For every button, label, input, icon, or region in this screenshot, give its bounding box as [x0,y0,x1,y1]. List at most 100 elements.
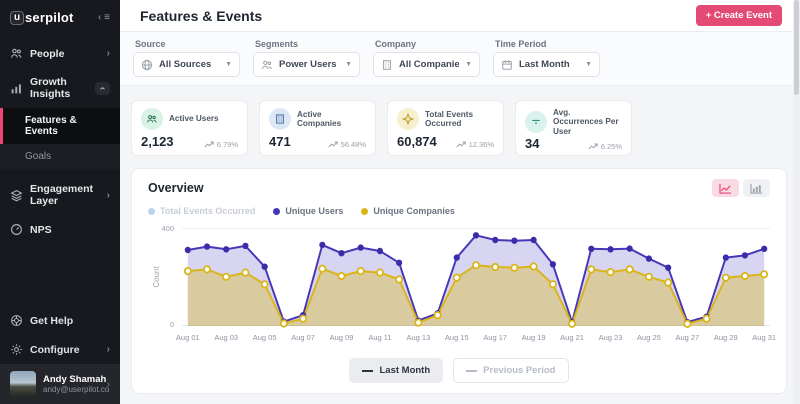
caret-down-icon: ▼ [585,61,592,68]
stat-trend: 56.48% [328,140,366,149]
total-events-icon [397,108,419,130]
sidebar-item-label: Configure [30,344,100,356]
active-users-icon [141,108,163,130]
stat-trend: 12.36% [456,140,494,149]
previous-period-button[interactable]: Previous Period [453,358,568,383]
stat-label: Active Users [169,114,219,123]
logo-text: serpilot [25,10,74,25]
legend-dot [148,208,155,215]
x-tick-label: Aug 01 [176,333,200,342]
profile-name: Andy Shamah [43,374,100,385]
sidebar-item-label: People [30,48,100,60]
legend-dot [273,208,280,215]
filter-bar: Source All Sources ▼ Segments Power User… [120,32,800,86]
sidebar-item-get-help[interactable]: Get Help [0,306,120,335]
sidebar-item-nps[interactable]: NPS [0,215,120,244]
page-header: Features & Events + Create Event [120,0,800,32]
profile-email: andy@userpilot.co [43,385,100,394]
trend-up-icon [328,141,338,148]
filter-value: Last Month [519,59,579,70]
building-icon [381,59,393,71]
create-event-button[interactable]: + Create Event [696,5,782,26]
x-tick-label: Aug 03 [214,333,238,342]
x-tick-label: Aug 15 [445,333,469,342]
time-period-select[interactable]: Last Month ▼ [493,52,600,77]
user-profile[interactable]: Andy Shamah andy@userpilot.co › [0,364,120,404]
y-tick-0: 0 [170,320,174,329]
x-tick-label: Aug 31 [752,333,776,342]
y-axis: Count 400 0 [148,228,182,326]
sidebar-item-goals[interactable]: Goals [0,144,120,169]
x-tick-label: Aug 09 [330,333,354,342]
globe-icon [141,59,153,71]
stat-trend: 6.79% [204,140,238,149]
legend-total-events[interactable]: Total Events Occurred [148,206,255,216]
filter-company: Company All Companies ▼ [373,39,480,77]
stat-card-total-events: Total Events Occurred 60,874 12.36% [387,100,504,156]
filter-value: Power Users [279,59,339,70]
filter-source: Source All Sources ▼ [133,39,240,77]
caret-down-icon: ▼ [225,61,232,68]
source-select[interactable]: All Sources ▼ [133,52,240,77]
sidebar-item-configure[interactable]: Configure › [0,335,120,364]
logo-row: u serpilot ‹ ≡ [0,0,120,39]
line-chart-icon [719,183,732,194]
x-axis-labels: Aug 01Aug 03Aug 05Aug 07Aug 09Aug 11Aug … [182,333,770,346]
legend-unique-users[interactable]: Unique Users [273,206,343,216]
filter-label: Time Period [493,39,600,49]
filter-label: Company [373,39,480,49]
x-tick-label: Aug 21 [560,333,584,342]
overview-chart-card: Overview Total Events Occurred [131,168,787,394]
stat-card-avg-occurrences: Avg. Occurrences Per User 34 6.25% [515,100,632,156]
trend-up-icon [456,141,466,148]
stat-trend: 6.25% [588,142,622,151]
sidebar-item-features-events[interactable]: Features & Events [0,108,120,144]
bar-chart-icon [750,183,763,194]
sidebar-spacer [0,244,120,306]
x-tick-label: Aug 19 [522,333,546,342]
caret-down-icon: ▼ [465,61,472,68]
x-tick-label: Aug 25 [637,333,661,342]
gear-icon [10,343,23,356]
calendar-icon [501,59,513,71]
chevron-right-icon: › [107,48,110,59]
overview-chart-svg [182,228,770,326]
x-tick-label: Aug 05 [253,333,277,342]
x-tick-label: Aug 13 [406,333,430,342]
x-tick-label: Aug 17 [483,333,507,342]
company-select[interactable]: All Companies ▼ [373,52,480,77]
sidebar-item-label: Growth Insights [30,76,88,100]
gauge-icon [10,223,23,236]
scrollbar-thumb[interactable] [794,0,799,95]
filter-value: All Sources [159,59,219,70]
filter-label: Segments [253,39,360,49]
active-companies-icon [269,108,291,130]
filter-value: All Companies [399,59,459,70]
legend-unique-companies[interactable]: Unique Companies [361,206,455,216]
x-tick-label: Aug 23 [599,333,623,342]
sidebar-item-people[interactable]: People › [0,39,120,68]
people-icon [261,59,273,71]
plot[interactable] [182,228,770,326]
chart-title: Overview [148,181,204,195]
stat-label: Active Companies [297,110,366,129]
sidebar: u serpilot ‹ ≡ People › Growth Insights … [0,0,120,404]
segments-select[interactable]: Power Users ▼ [253,52,360,77]
userpilot-logo: u serpilot [10,10,74,25]
sidebar-nav: People › Growth Insights › Features & Ev… [0,39,120,244]
chart-footer: Last Month Previous Period [148,358,770,383]
stat-card-active-companies: Active Companies 471 56.48% [259,100,376,156]
sidebar-item-growth-insights[interactable]: Growth Insights › [0,68,120,108]
sidebar-item-engagement-layer[interactable]: Engagement Layer › [0,175,120,215]
x-tick-label: Aug 29 [714,333,738,342]
chevron-right-icon: › [107,344,110,355]
bar-chart-toggle[interactable] [743,179,770,197]
stat-value: 34 [525,136,539,151]
last-month-button[interactable]: Last Month [349,358,443,383]
line-chart-toggle[interactable] [712,179,739,197]
chevron-up-icon[interactable]: › [95,82,110,95]
layers-icon [10,189,23,202]
trend-up-icon [588,143,598,150]
stat-card-active-users: Active Users 2,123 6.79% [131,100,248,156]
sidebar-collapse-icon[interactable]: ‹ ≡ [98,12,110,23]
